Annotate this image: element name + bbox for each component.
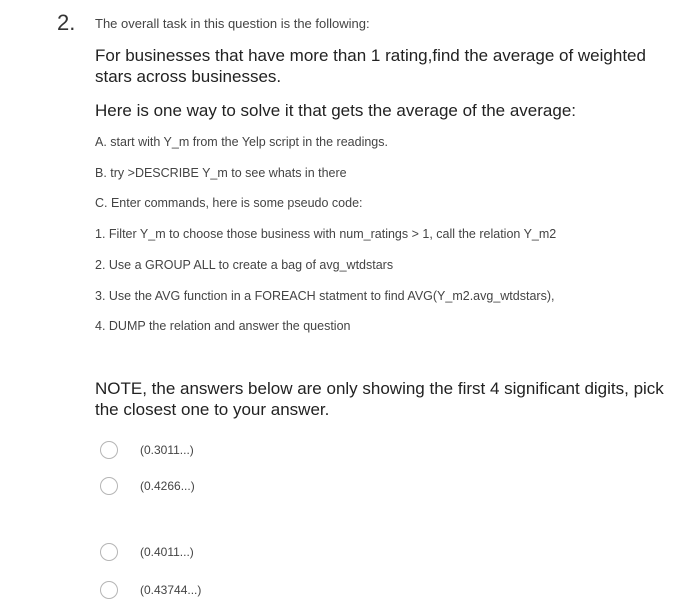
question-lead: For businesses that have more than 1 rat… [95,46,646,86]
step-4: 4. DUMP the relation and answer the ques… [95,319,351,333]
step-1: 1. Filter Y_m to choose those business w… [95,227,557,241]
step-3: 3. Use the AVG function in a FOREACH sta… [95,289,555,303]
option-label: (0.4011...) [140,545,194,559]
question-intro: The overall task in this question is the… [95,16,370,31]
answer-option-1[interactable]: (0.3011...) [100,437,194,463]
step-b: B. try >DESCRIBE Y_m to see whats in the… [95,166,347,180]
step-2: 2. Use a GROUP ALL to create a bag of av… [95,258,394,272]
option-label: (0.4266...) [140,479,195,493]
question-method: Here is one way to solve it that gets th… [95,101,577,120]
option-label: (0.43744...) [140,583,202,597]
answer-option-4[interactable]: (0.43744...) [100,577,201,603]
step-a: A. start with Y_m from the Yelp script i… [95,135,388,149]
answer-option-3[interactable]: (0.4011...) [100,539,194,565]
question-number: 2. [57,10,76,35]
step-c: C. Enter commands, here is some pseudo c… [95,196,363,210]
answer-option-2[interactable]: (0.4266...) [100,473,195,499]
radio-button[interactable] [100,441,118,459]
radio-button[interactable] [100,581,118,599]
question-note: NOTE, the answers below are only showing… [95,379,664,419]
radio-button[interactable] [100,543,118,561]
option-label: (0.3011...) [140,443,194,457]
radio-button[interactable] [100,477,118,495]
